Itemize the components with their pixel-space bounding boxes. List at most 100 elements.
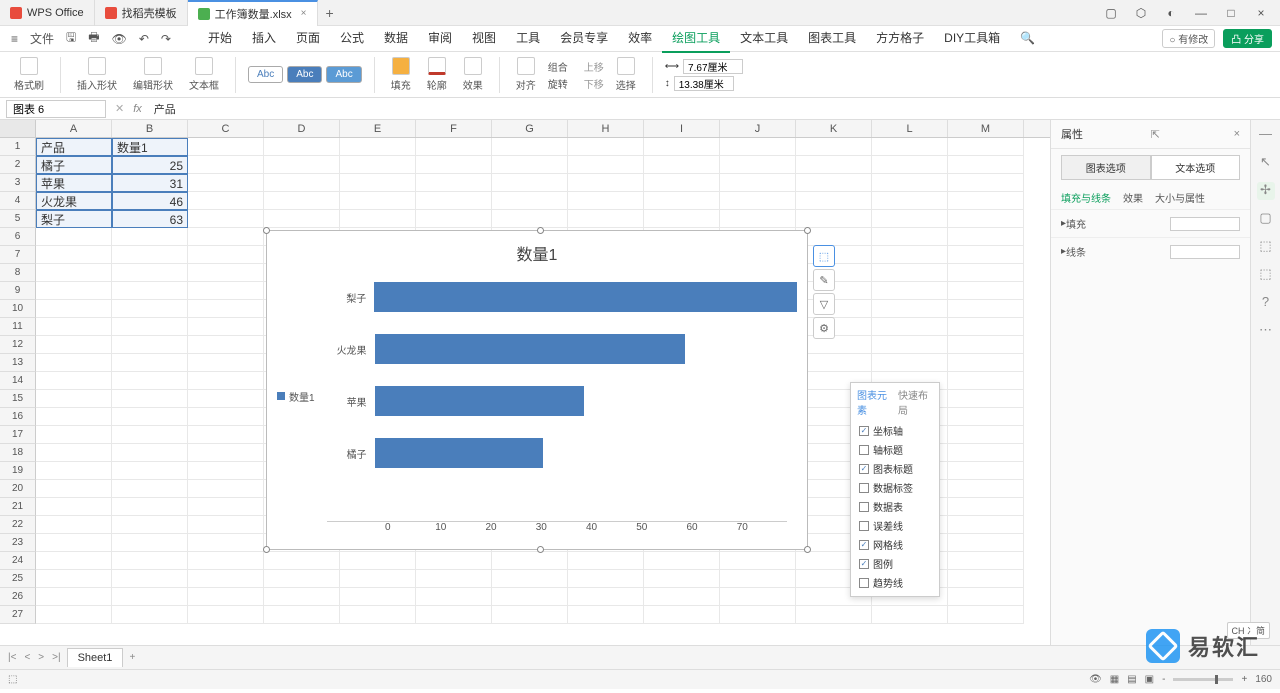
resize-handle[interactable] bbox=[537, 227, 544, 234]
row-header[interactable]: 22 bbox=[0, 516, 36, 534]
cell[interactable] bbox=[568, 210, 644, 228]
cell[interactable] bbox=[872, 138, 948, 156]
cell[interactable] bbox=[112, 516, 188, 534]
cell[interactable] bbox=[340, 174, 416, 192]
maximize-icon[interactable]: □ bbox=[1220, 6, 1242, 20]
col-header[interactable]: B bbox=[112, 120, 188, 137]
tab-formula[interactable]: 公式 bbox=[330, 25, 374, 53]
cell[interactable] bbox=[492, 606, 568, 624]
view-page-icon[interactable]: ▤ bbox=[1127, 674, 1136, 685]
cell[interactable] bbox=[36, 552, 112, 570]
cell[interactable] bbox=[36, 408, 112, 426]
fx-icon[interactable]: fx bbox=[127, 103, 148, 115]
cell[interactable] bbox=[36, 300, 112, 318]
row-header[interactable]: 1 bbox=[0, 138, 36, 156]
cell[interactable] bbox=[112, 282, 188, 300]
cell[interactable] bbox=[948, 606, 1024, 624]
cell[interactable] bbox=[112, 606, 188, 624]
cell[interactable] bbox=[188, 138, 264, 156]
col-header[interactable]: G bbox=[492, 120, 568, 137]
cell[interactable] bbox=[36, 588, 112, 606]
cell[interactable] bbox=[720, 156, 796, 174]
cell[interactable] bbox=[872, 282, 948, 300]
checkbox[interactable]: ✓ bbox=[859, 540, 869, 550]
cell[interactable] bbox=[644, 192, 720, 210]
cell[interactable]: 31 bbox=[112, 174, 188, 192]
share-button[interactable]: 凸 分享 bbox=[1223, 29, 1272, 48]
cell[interactable] bbox=[948, 138, 1024, 156]
cell[interactable] bbox=[188, 516, 264, 534]
cell[interactable] bbox=[188, 408, 264, 426]
cell[interactable]: 产品 bbox=[36, 138, 112, 156]
cell[interactable] bbox=[948, 516, 1024, 534]
fill[interactable]: 填充 bbox=[387, 57, 415, 92]
resize-handle[interactable] bbox=[537, 546, 544, 553]
cell[interactable] bbox=[492, 552, 568, 570]
view-break-icon[interactable]: ▣ bbox=[1145, 674, 1154, 685]
resize-handle[interactable] bbox=[263, 546, 270, 553]
app-icon[interactable]: ▢ bbox=[1100, 6, 1122, 20]
chart-elements-icon[interactable]: ⬚ bbox=[813, 245, 835, 267]
group[interactable]: 组合 bbox=[548, 59, 568, 74]
cell[interactable] bbox=[36, 534, 112, 552]
col-header[interactable]: I bbox=[644, 120, 720, 137]
search-icon[interactable]: 🔍 bbox=[1010, 25, 1045, 53]
pin-icon[interactable]: ⇱ bbox=[1151, 128, 1160, 141]
cell[interactable] bbox=[188, 246, 264, 264]
move-up[interactable]: 上移 bbox=[584, 59, 604, 74]
cell[interactable] bbox=[340, 552, 416, 570]
zoom-out[interactable]: - bbox=[1162, 674, 1165, 685]
row-header[interactable]: 20 bbox=[0, 480, 36, 498]
cell[interactable] bbox=[416, 156, 492, 174]
cell[interactable] bbox=[948, 318, 1024, 336]
cell[interactable] bbox=[492, 174, 568, 192]
cell[interactable] bbox=[948, 264, 1024, 282]
cell[interactable] bbox=[568, 192, 644, 210]
move-down[interactable]: 下移 bbox=[584, 76, 604, 91]
cell[interactable] bbox=[112, 588, 188, 606]
edit-shape[interactable]: 编辑形状 bbox=[129, 57, 177, 92]
row-header[interactable]: 12 bbox=[0, 336, 36, 354]
row-header[interactable]: 7 bbox=[0, 246, 36, 264]
tab-template[interactable]: 找稻壳模板 bbox=[95, 0, 188, 26]
popup-item[interactable]: 数据表 bbox=[851, 497, 939, 516]
cell[interactable] bbox=[568, 606, 644, 624]
chart-style-icon[interactable]: ✎ bbox=[813, 269, 835, 291]
panel-tab-text[interactable]: 文本选项 bbox=[1151, 155, 1241, 180]
cell[interactable] bbox=[112, 228, 188, 246]
cell[interactable] bbox=[264, 192, 340, 210]
cell[interactable] bbox=[112, 354, 188, 372]
cell[interactable] bbox=[416, 588, 492, 606]
row-header[interactable]: 16 bbox=[0, 408, 36, 426]
cell[interactable] bbox=[340, 570, 416, 588]
row-header[interactable]: 8 bbox=[0, 264, 36, 282]
cell[interactable] bbox=[188, 264, 264, 282]
cell[interactable] bbox=[796, 192, 872, 210]
cell[interactable] bbox=[796, 138, 872, 156]
cell[interactable] bbox=[188, 498, 264, 516]
popup-item[interactable]: 轴标题 bbox=[851, 440, 939, 459]
cell[interactable] bbox=[112, 318, 188, 336]
cell[interactable] bbox=[264, 606, 340, 624]
cell[interactable] bbox=[264, 570, 340, 588]
cell[interactable] bbox=[416, 174, 492, 192]
cell[interactable] bbox=[340, 210, 416, 228]
cell[interactable] bbox=[36, 480, 112, 498]
cell[interactable] bbox=[188, 534, 264, 552]
tab-ffgz[interactable]: 方方格子 bbox=[866, 25, 934, 53]
cell[interactable] bbox=[188, 372, 264, 390]
close-icon[interactable]: × bbox=[1234, 128, 1240, 140]
tab-view[interactable]: 视图 bbox=[462, 25, 506, 53]
tab-text[interactable]: 文本工具 bbox=[730, 25, 798, 53]
chart-title[interactable]: 数量1 bbox=[267, 231, 807, 271]
cell[interactable] bbox=[340, 138, 416, 156]
cell[interactable] bbox=[644, 210, 720, 228]
side-more-icon[interactable]: ⋯ bbox=[1257, 322, 1275, 340]
cell[interactable] bbox=[796, 210, 872, 228]
cell[interactable] bbox=[492, 570, 568, 588]
cell[interactable] bbox=[492, 156, 568, 174]
subtab-fill[interactable]: 填充与线条 bbox=[1061, 190, 1111, 205]
section-line[interactable]: 线条 bbox=[1066, 244, 1086, 259]
cell[interactable]: 25 bbox=[112, 156, 188, 174]
line-select[interactable] bbox=[1170, 245, 1240, 259]
